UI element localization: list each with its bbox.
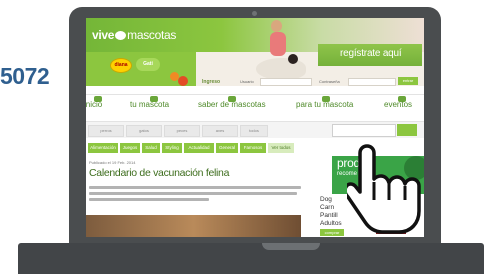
brand-logo-diana[interactable]: diana <box>110 58 132 73</box>
username-label: Usuario <box>240 79 254 84</box>
article-dateline: Publicado el 19 Feb. 2014 <box>89 160 136 165</box>
search-input[interactable] <box>332 124 396 137</box>
nav-item-tu-mascota[interactable]: tu mascota <box>130 100 169 109</box>
filter-gatos[interactable]: gatos <box>126 125 162 137</box>
password-label: Contraseña <box>319 79 340 84</box>
side-number: 5072 <box>0 63 50 89</box>
article-text-line <box>89 186 301 189</box>
category-pill-all[interactable]: Ver todos <box>268 143 294 153</box>
product-line: Dog <box>320 196 332 203</box>
nav-item-inicio[interactable]: inicio <box>86 100 102 109</box>
category-pill[interactable]: Salud <box>142 143 160 153</box>
dog-ear <box>288 54 298 64</box>
person-body <box>270 32 286 56</box>
filter-aves[interactable]: aves <box>202 125 238 137</box>
site-logo[interactable]: vive mascotas <box>92 28 176 42</box>
filter-todos[interactable]: todos <box>240 125 268 137</box>
logo-bold: vive <box>92 28 115 42</box>
username-input[interactable] <box>260 78 312 86</box>
nav-item-para-tu-mascota[interactable]: para tu mascota <box>296 100 353 109</box>
article-text-line <box>89 198 209 201</box>
category-pill[interactable]: Styling <box>162 143 182 153</box>
product-line: Pantill <box>320 212 338 219</box>
product-line: Adultos <box>320 220 342 227</box>
filter-perros[interactable]: perros <box>88 125 124 137</box>
login-title: Ingreso <box>202 79 221 85</box>
category-pill[interactable]: Juegos <box>120 143 140 153</box>
red-ball-icon <box>178 76 188 86</box>
brand-logo-gati[interactable]: Gati <box>136 58 160 71</box>
person-head <box>271 20 282 32</box>
paw-logo-icon <box>115 31 127 40</box>
category-pill[interactable]: Alimentación <box>88 143 118 153</box>
webcam-dot <box>252 11 257 16</box>
laptop-notch <box>262 243 320 250</box>
product-line: Carn <box>320 204 335 211</box>
laptop-base <box>18 243 484 274</box>
password-input[interactable] <box>348 78 396 86</box>
login-button[interactable]: entrar <box>398 77 418 85</box>
nav-item-eventos[interactable]: eventos <box>384 100 412 109</box>
article-title[interactable]: Calendario de vacunación felina <box>89 167 229 179</box>
dog-image <box>256 58 306 80</box>
hand-pointer-icon <box>347 144 421 234</box>
article-text-line <box>89 192 297 195</box>
category-pill[interactable]: Actualidad <box>184 143 214 153</box>
article-image <box>86 215 301 237</box>
search-button[interactable] <box>397 124 417 136</box>
nav-item-saber[interactable]: saber de mascotas <box>198 100 266 109</box>
category-pill[interactable]: Famosos <box>240 143 266 153</box>
register-label[interactable]: regístrate aquí <box>340 48 402 59</box>
logo-thin: mascotas <box>127 28 177 42</box>
filter-peces[interactable]: peces <box>164 125 200 137</box>
buy-button[interactable]: comprar <box>320 229 344 236</box>
category-pill[interactable]: General <box>216 143 238 153</box>
